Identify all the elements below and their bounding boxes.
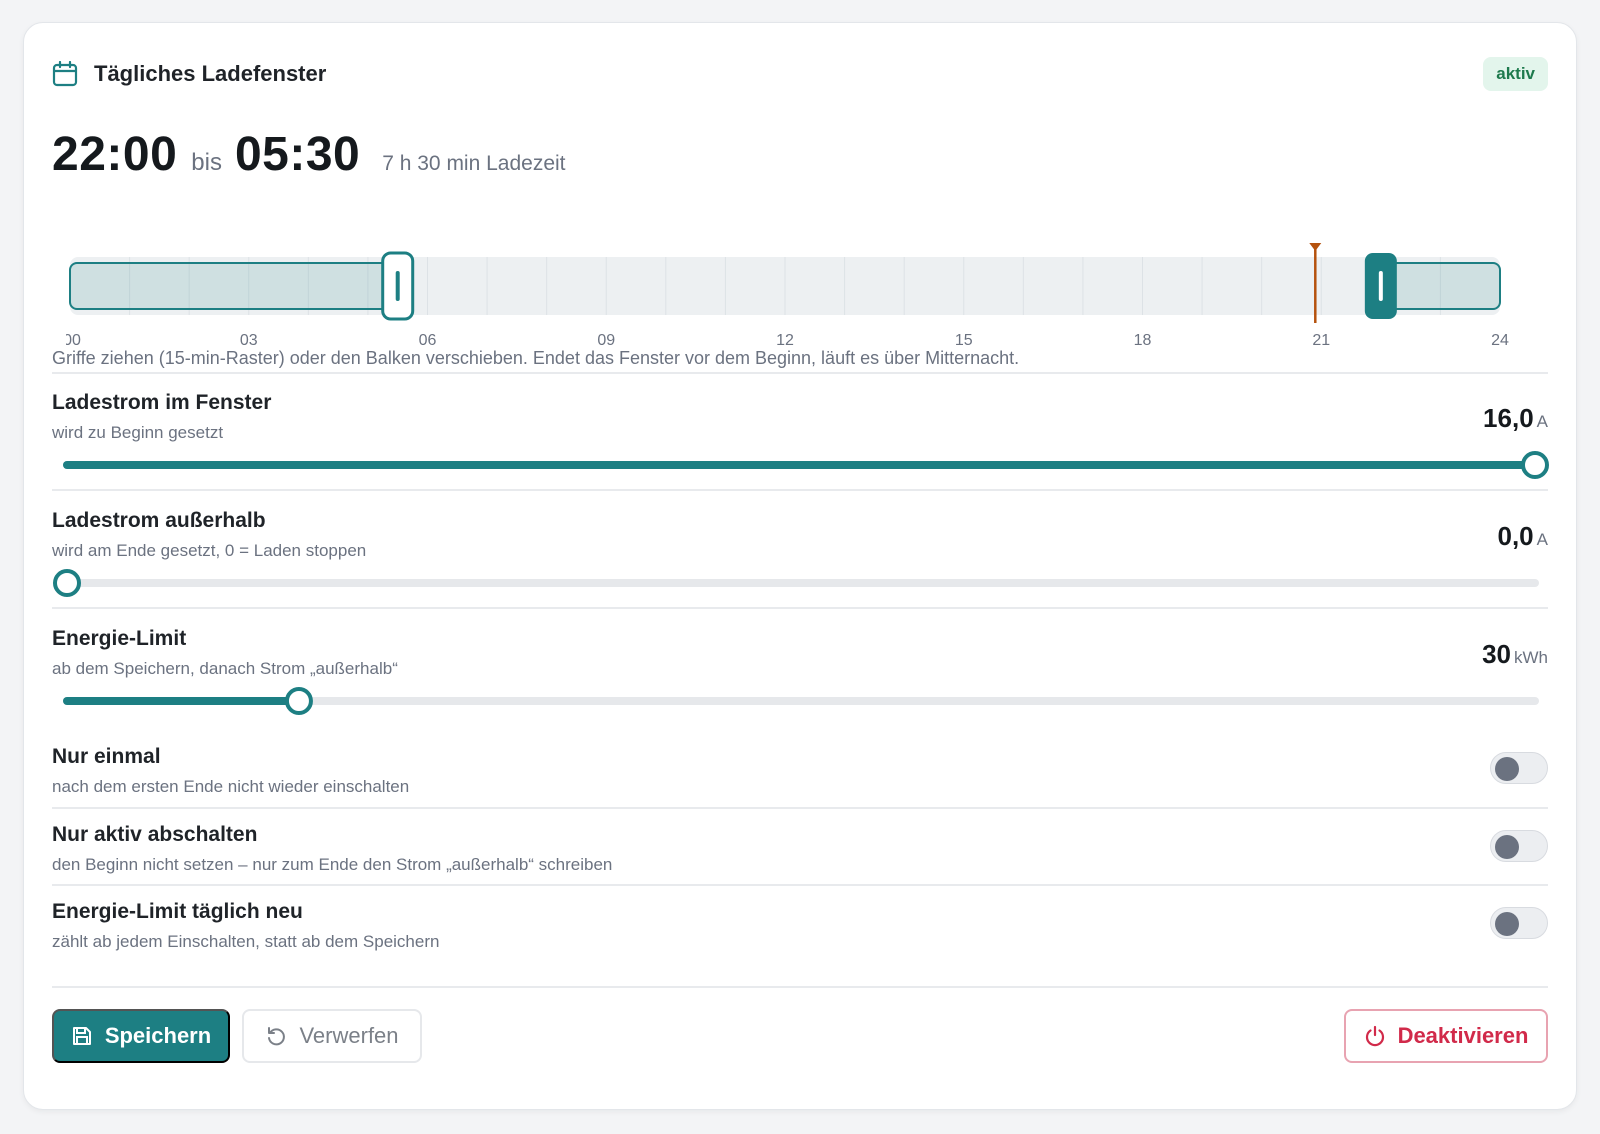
timeline-tick-label: 03 [240, 332, 258, 345]
timeline-tick-label: 00 [66, 332, 81, 345]
divider [52, 489, 1548, 491]
current-in-number: 16,0 [1483, 403, 1534, 433]
timeline-tick-label: 24 [1491, 332, 1509, 345]
toggle-row-only-off: Nur aktiv abschalten den Beginn nicht se… [52, 823, 1548, 875]
energy-limit-title: Energie-Limit [52, 627, 187, 650]
now-marker-head [1309, 243, 1322, 251]
toggle-daily-limit-title: Energie-Limit täglich neu [52, 900, 303, 923]
current-in-unit: A [1536, 412, 1548, 431]
toggle-daily-limit-subtitle: zählt ab jedem Einschalten, statt ab dem… [52, 932, 440, 951]
deactivate-button[interactable]: Deaktivieren [1344, 1009, 1548, 1063]
toggle-once-switch[interactable] [1490, 752, 1548, 784]
deactivate-label: Deaktivieren [1397, 1023, 1529, 1048]
energy-limit-slider[interactable] [52, 686, 1550, 716]
timeline-tick-label: 21 [1312, 332, 1330, 345]
timeline-tick-label: 15 [955, 332, 973, 345]
toggle-daily-limit-switch[interactable] [1490, 907, 1548, 939]
current-in-subtitle: wird zu Beginn gesetzt [52, 423, 224, 442]
charge-duration: 7 h 30 min Ladezeit [382, 152, 566, 175]
divider [52, 607, 1548, 609]
toggle-only-off-subtitle: den Beginn nicht setzen – nur zum Ende d… [52, 855, 613, 874]
save-label: Speichern [104, 1023, 212, 1048]
toggle-knob [1495, 835, 1519, 859]
slider-thumb[interactable] [53, 569, 81, 597]
time-separator: bis [191, 149, 222, 176]
energy-limit-subtitle: ab dem Speichern, danach Strom „außerhal… [52, 659, 398, 678]
card-header: Tägliches Ladefenster aktiv [52, 57, 1548, 91]
divider [52, 372, 1548, 374]
timeline-tick-label: 06 [419, 332, 437, 345]
toggle-knob [1495, 912, 1519, 936]
current-in-slider[interactable] [52, 450, 1550, 480]
save-icon [72, 1027, 91, 1045]
energy-limit-value: 30 kWh [1482, 639, 1548, 670]
card-title: Tägliches Ladefenster [94, 61, 327, 86]
divider [52, 884, 1548, 886]
current-out-number: 0,0 [1497, 521, 1534, 551]
calendar-icon [52, 60, 78, 87]
current-out-title: Ladestrom außerhalb [52, 509, 266, 532]
slider-thumb[interactable] [284, 687, 313, 715]
timeline-tick-label: 18 [1134, 332, 1152, 345]
energy-limit-number: 30 [1482, 639, 1511, 669]
current-out-row: Ladestrom außerhalb wird am Ende gesetzt… [52, 509, 1548, 561]
divider [52, 986, 1548, 988]
current-out-value: 0,0 A [1498, 521, 1549, 552]
current-out-subtitle: wird am Ende gesetzt, 0 = Laden stoppen [52, 541, 367, 560]
current-out-unit: A [1536, 530, 1548, 549]
timeline-tick-label: 09 [597, 332, 615, 345]
charging-window-card: Tägliches Ladefenster aktiv 22:00 bis 05… [23, 22, 1577, 1110]
undo-icon [268, 1027, 286, 1046]
save-button[interactable]: Speichern [52, 1009, 230, 1063]
power-icon [1365, 1025, 1384, 1047]
divider [52, 807, 1548, 809]
current-in-value: 16,0 A [1483, 403, 1548, 434]
toggle-once-title: Nur einmal [52, 745, 161, 768]
current-in-row: Ladestrom im Fenster wird zu Beginn gese… [52, 391, 1548, 443]
energy-limit-row: Energie-Limit ab dem Speichern, danach S… [52, 627, 1548, 679]
energy-limit-unit: kWh [1514, 648, 1548, 667]
toggle-row-daily-limit: Energie-Limit täglich neu zählt ab jedem… [52, 900, 1548, 952]
time-window-track[interactable]: 00 03 06 09 12 15 18 21 24 [66, 223, 1512, 345]
current-in-title: Ladestrom im Fenster [52, 391, 272, 414]
end-time: 05:30 [234, 128, 361, 181]
status-badge: aktiv [1483, 57, 1548, 91]
timeline-hint: Griffe ziehen (15-min-Raster) oder den B… [52, 348, 1020, 368]
current-out-slider[interactable] [52, 568, 1550, 598]
toggle-only-off-switch[interactable] [1490, 830, 1548, 862]
window-summary: 22:00 bis 05:30 7 h 30 min Ladezeit [52, 127, 566, 182]
window-segment-evening[interactable] [1379, 262, 1502, 310]
window-segment-morning[interactable] [69, 262, 399, 310]
discard-label: Verwerfen [299, 1023, 399, 1048]
start-time: 22:00 [52, 128, 178, 181]
slider-thumb[interactable] [1521, 451, 1549, 479]
timeline-tick-label: 12 [776, 332, 794, 345]
toggle-knob [1495, 757, 1519, 781]
discard-button[interactable]: Verwerfen [242, 1009, 422, 1063]
toggle-only-off-title: Nur aktiv abschalten [52, 823, 258, 846]
toggle-once-subtitle: nach dem ersten Ende nicht wieder einsch… [52, 777, 410, 796]
toggle-row-once: Nur einmal nach dem ersten Ende nicht wi… [52, 745, 1548, 797]
